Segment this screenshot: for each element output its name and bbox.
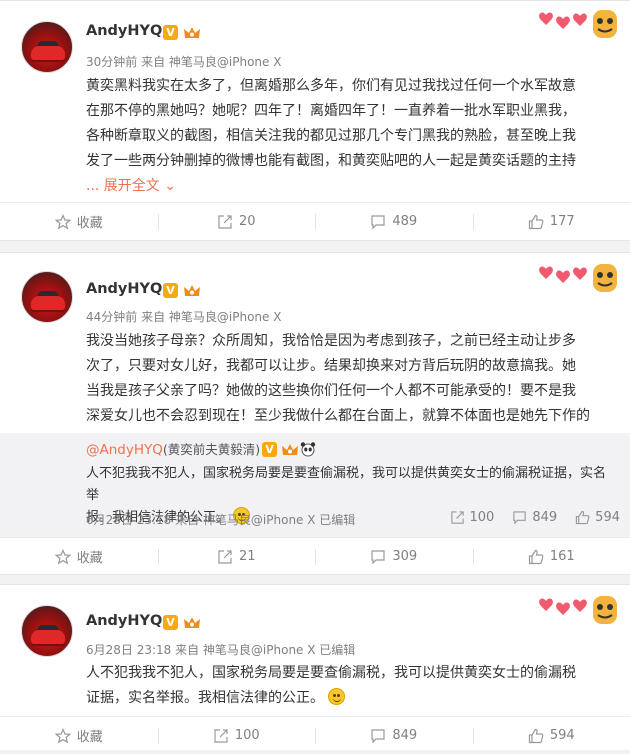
post-line: 在那不停的黑她吗？她呢？四年了！离婚四年了！一直养着一批水军职业黑我， [86,99,618,124]
comment-count: 849 [392,728,417,743]
comment-icon [370,214,386,230]
member-crown-icon [183,283,201,298]
star-icon [55,549,71,565]
repost-button[interactable]: 21 [158,538,316,575]
weibo-post-3: AndyHYQ V 6月28日 23:18 来自 神笔马良@iPhone X 已… [0,584,630,750]
post-line: 各种断章取义的截图，相信关注我的都见过那几个专门黑我的熟脸，甚至晚上我 [86,124,618,149]
post-meta: 30分钟前 来自 神笔马良@iPhone X [86,53,281,70]
post-text: 人不犯我我不犯人，国家税务局要是要查偷漏税，我可以提供黄奕女士的偷漏税 证据，实… [86,661,618,711]
star-icon [55,214,71,230]
repost-line: 人不犯我我不犯人，国家税务局要是要查偷漏税，我可以提供黄奕女士的偷漏税证据，实名… [86,463,616,507]
repost-stat-comment[interactable]: 849 [512,510,557,525]
comment-button[interactable]: 849 [315,717,473,754]
member-crown-icon [281,442,299,457]
repost-count: 100 [235,728,260,743]
action-bar: 收藏 21 309 161 [0,537,630,575]
post-line: 深爱女儿也不会忍到现在！至少我做什么都在台面上，就算不体面也是她先下作的 [86,404,618,429]
comment-count: 849 [532,510,557,525]
favorite-button[interactable]: 收藏 [0,717,158,754]
repost-icon [217,549,233,565]
like-count: 594 [595,510,620,525]
decoration-hearts-icon [538,593,620,627]
like-button[interactable]: 177 [473,203,630,240]
thumbs-up-icon [528,728,544,744]
smile-emoji-icon [328,688,345,705]
repost-meta: 6月28日 23:18 来自 神笔马良@iPhone X 已编辑 [86,511,355,528]
expand-full-text-link[interactable]: ... 展开全文 ⌄ [86,174,618,199]
like-count: 161 [550,549,575,564]
favorite-button[interactable]: 收藏 [0,203,158,240]
action-bar: 收藏 100 849 594 [0,716,630,754]
verified-badge-icon: V [163,283,178,298]
post-line: 次了，只要对女儿好，我都可以让步。结果却换来对方背后玩阴的故意搞我。她 [86,354,618,379]
post-line: 人不犯我我不犯人，国家税务局要是要查偷漏税，我可以提供黄奕女士的偷漏税 [86,661,618,686]
thumbs-up-icon [575,510,590,525]
comment-icon [512,510,527,525]
comment-button[interactable]: 489 [315,203,473,240]
comment-count: 489 [392,214,417,229]
weibo-post-2: AndyHYQ V 44分钟前 来自 神笔马良@iPhone X 我没当她孩子母… [0,252,630,575]
post-text: 黄奕黑料我实在太多了，但离婚那么多年，你们有见过我找过任何一个水军故意 在那不停… [86,74,618,199]
star-icon [55,728,71,744]
post-line: 发了一些两分钟删掉的微博也能有截图，和黄奕贴吧的人一起是黄奕话题的主持 [86,149,618,174]
avatar[interactable] [21,271,73,323]
username[interactable]: AndyHYQ [86,281,162,297]
like-count: 177 [550,214,575,229]
repost-author[interactable]: @AndyHYQ(黄奕前夫黄毅清) [86,439,260,458]
post-meta: 44分钟前 来自 神笔马良@iPhone X [86,308,281,325]
post-line: 黄奕黑料我实在太多了，但离婚那么多年，你们有见过我找过任何一个水军故意 [86,74,618,99]
repost-icon [450,510,465,525]
repost-count: 20 [239,214,256,229]
decoration-hearts-icon [538,7,620,41]
username[interactable]: AndyHYQ [86,613,162,629]
weibo-post-1: AndyHYQ V 30分钟前 来自 神笔马良@iPhone X 黄奕黑料我实在… [0,0,630,241]
repost-stat-repost[interactable]: 100 [450,510,495,525]
avatar[interactable] [21,21,73,73]
favorite-button[interactable]: 收藏 [0,538,158,575]
favorite-label: 收藏 [77,547,103,566]
decoration-hearts-icon [538,261,620,295]
reposted-original[interactable]: @AndyHYQ(黄奕前夫黄毅清) V 人不犯我我不犯人，国家税务局要是要查偷漏… [0,433,630,537]
repost-button[interactable]: 20 [158,203,316,240]
favorite-label: 收藏 [77,726,103,745]
avatar[interactable] [21,605,73,657]
repost-button[interactable]: 100 [158,717,316,754]
like-button[interactable]: 161 [473,538,630,575]
comment-button[interactable]: 309 [315,538,473,575]
like-button[interactable]: 594 [473,717,630,754]
verified-badge-icon: V [163,25,178,40]
repost-icon [217,214,233,230]
username[interactable]: AndyHYQ [86,23,162,39]
repost-count: 21 [239,549,256,564]
verified-badge-icon: V [262,442,277,457]
verified-badge-icon: V [163,615,178,630]
repost-stats: 100 849 594 [450,510,620,525]
post-line: 当我是孩子父亲了吗？她做的这些换你们任何一个人都不可能承受的！要不是我 [86,379,618,404]
member-crown-icon [183,25,201,40]
panda-icon [300,441,316,457]
like-count: 594 [550,728,575,743]
action-bar: 收藏 20 489 177 [0,202,630,240]
post-text: 我没当她孩子母亲？众所周知，我恰恰是因为考虑到孩子，之前已经主动让步多 次了，只… [86,329,618,429]
repost-stat-like[interactable]: 594 [575,510,620,525]
comment-icon [370,549,386,565]
post-meta: 6月28日 23:18 来自 神笔马良@iPhone X 已编辑 [86,641,355,658]
thumbs-up-icon [528,214,544,230]
repost-author-note: (黄奕前夫黄毅清) [163,442,260,457]
repost-icon [213,728,229,744]
member-crown-icon [183,615,201,630]
comment-icon [370,728,386,744]
repost-author-handle[interactable]: @AndyHYQ [86,442,163,458]
thumbs-up-icon [528,549,544,565]
comment-count: 309 [392,549,417,564]
post-line: 我没当她孩子母亲？众所周知，我恰恰是因为考虑到孩子，之前已经主动让步多 [86,329,618,354]
repost-count: 100 [470,510,495,525]
post-line: 证据，实名举报。我相信法律的公正。 [86,690,324,706]
favorite-label: 收藏 [77,212,103,231]
